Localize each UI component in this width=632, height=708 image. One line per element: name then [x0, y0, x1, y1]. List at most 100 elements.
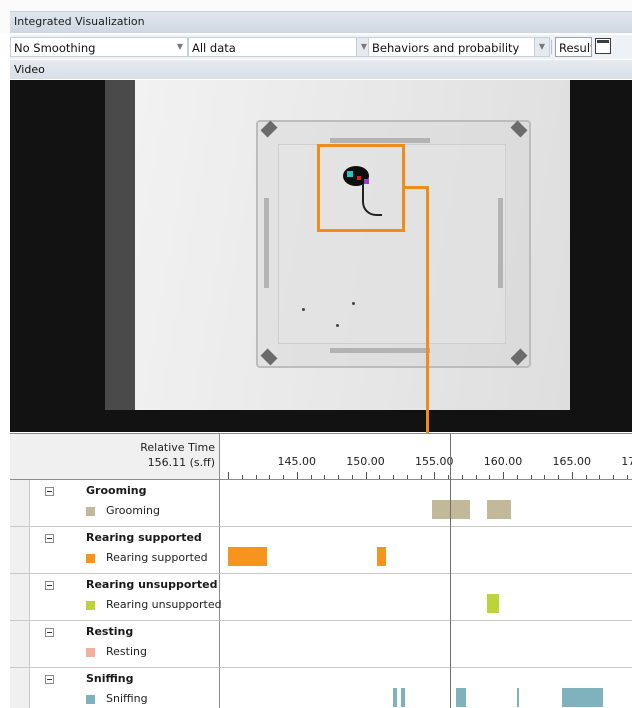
row-gutter	[10, 668, 30, 708]
ruler-minor-tick	[406, 475, 408, 479]
ruler-major-tick	[365, 472, 367, 479]
behavior-color-swatch	[86, 695, 95, 704]
behavior-group-row: Rearing supported Rearing supported	[10, 527, 220, 574]
behavior-color-swatch	[86, 648, 95, 657]
ruler-minor-tick	[379, 475, 381, 479]
display-mode-dropdown-value: Behaviors and probability	[372, 41, 520, 55]
toolbar: No Smoothing ▼ All data ▼ Behaviors and …	[10, 35, 632, 59]
relative-time-value: 156.11 (s.ff)	[147, 456, 215, 469]
floor-speck	[352, 302, 355, 305]
behavior-track[interactable]	[220, 574, 632, 621]
behavior-track[interactable]	[220, 621, 632, 668]
behavior-event-bar[interactable]	[562, 688, 576, 707]
behavior-label: Resting	[106, 645, 147, 658]
window-icon[interactable]	[595, 38, 611, 54]
ruler-minor-tick	[475, 475, 477, 479]
video-panel-title: Video	[14, 63, 45, 76]
data-filter-dropdown[interactable]: All data ▼	[188, 37, 372, 57]
playhead-cursor[interactable]	[449, 434, 451, 708]
integrated-visualization-window: Integrated Visualization No Smoothing ▼ …	[0, 0, 632, 708]
ruler-minor-tick	[310, 475, 312, 479]
behavior-track[interactable]	[220, 480, 632, 527]
ruler-minor-tick	[420, 475, 422, 479]
behavior-event-bar[interactable]	[431, 500, 470, 519]
row-gutter	[10, 480, 30, 526]
collapse-minus-icon[interactable]	[45, 675, 54, 684]
behavior-event-bar[interactable]	[575, 688, 604, 707]
behavior-group-title: Grooming	[86, 484, 147, 497]
window-title: Integrated Visualization	[14, 15, 145, 28]
smoothing-dropdown[interactable]: No Smoothing ▼	[10, 37, 188, 57]
collapse-minus-icon[interactable]	[45, 534, 54, 543]
behavior-group-row: Rearing unsupported Rearing unsupported	[10, 574, 222, 621]
behavior-group-row: Resting Resting	[10, 621, 220, 668]
behavior-event-bar[interactable]	[228, 547, 267, 566]
ruler-tick-label: 165.00	[552, 455, 592, 468]
ruler-major-tick	[571, 472, 573, 479]
behavior-event-bar[interactable]	[516, 688, 519, 707]
ruler-minor-tick	[530, 475, 532, 479]
collapse-minus-icon[interactable]	[45, 581, 54, 590]
title-bar: Integrated Visualization	[0, 0, 632, 34]
behavior-event-bar[interactable]	[486, 594, 499, 613]
ruler-minor-tick	[255, 475, 257, 479]
behavior-event-bar[interactable]	[376, 547, 387, 566]
row-gutter	[10, 527, 30, 573]
ruler-minor-tick	[489, 475, 491, 479]
chevron-down-icon: ▼	[176, 42, 184, 51]
time-ruler[interactable]: 145.00 150.00 155.00 160.00 165.00 170.00	[220, 434, 632, 480]
behavior-color-swatch	[86, 554, 95, 563]
ruler-minor-tick	[516, 475, 518, 479]
collapse-minus-icon[interactable]	[45, 628, 54, 637]
ruler-tick-label: 145.00	[277, 455, 317, 468]
video-frame[interactable]	[10, 80, 632, 432]
behavior-timeline: Relative Time 156.11 (s.ff) 145.00 150.00…	[10, 433, 632, 708]
behavior-color-swatch	[86, 601, 95, 610]
data-filter-dropdown-value: All data	[192, 41, 236, 55]
behavior-label: Grooming	[106, 504, 160, 517]
behavior-group-title: Rearing unsupported	[86, 578, 218, 591]
arena-rail	[330, 138, 430, 143]
ruler-major-tick	[296, 472, 298, 479]
ruler-tick-label: 170.00	[621, 455, 632, 468]
display-mode-dropdown[interactable]: Behaviors and probability ▼	[368, 37, 550, 57]
behavior-group-title: Sniffing	[86, 672, 134, 685]
ruler-tick-label: 155.00	[415, 455, 454, 468]
row-gutter	[10, 621, 30, 667]
arena-rail	[330, 348, 430, 353]
ruler-minor-tick	[338, 475, 339, 479]
ruler-tick-label: 150.00	[346, 455, 385, 468]
behavior-group-title: Resting	[86, 625, 134, 638]
ruler-major-tick	[228, 472, 229, 479]
behavior-label: Sniffing	[106, 692, 148, 705]
behavior-event-bar[interactable]	[401, 688, 406, 707]
floor-speck	[302, 308, 305, 311]
ruler-minor-tick	[283, 475, 284, 479]
behavior-event-bar[interactable]	[456, 688, 466, 707]
arena-rail	[264, 198, 269, 288]
ruler-minor-tick	[269, 475, 271, 479]
timeline-header-labels: Relative Time 156.11 (s.ff)	[10, 434, 220, 480]
ruler-minor-tick	[351, 475, 353, 479]
collapse-minus-icon[interactable]	[45, 487, 54, 496]
ruler-major-tick	[434, 472, 436, 479]
results-button-label: Results	[559, 41, 591, 55]
behavior-group-title: Rearing supported	[86, 531, 202, 544]
ruler-minor-tick	[599, 475, 601, 479]
ruler-minor-tick	[585, 475, 587, 479]
behavior-track[interactable]	[220, 527, 632, 574]
behavior-label: Rearing supported	[106, 551, 208, 564]
chevron-down-icon: ▼	[534, 38, 549, 56]
floor-speck	[336, 324, 339, 327]
title-strip: Integrated Visualization	[10, 11, 632, 33]
behavior-track[interactable]	[220, 668, 632, 708]
behavior-event-bar[interactable]	[393, 688, 398, 707]
ruler-tick-label: 160.00	[483, 455, 523, 468]
results-button[interactable]: Results	[555, 37, 592, 57]
behavior-event-bar[interactable]	[486, 500, 512, 519]
behavior-group-row: Sniffing Sniffing	[10, 668, 220, 708]
ruler-minor-tick	[461, 475, 463, 479]
video-background-strip	[105, 80, 135, 410]
toolbar-separator	[551, 40, 552, 54]
behavior-color-swatch	[86, 507, 95, 516]
